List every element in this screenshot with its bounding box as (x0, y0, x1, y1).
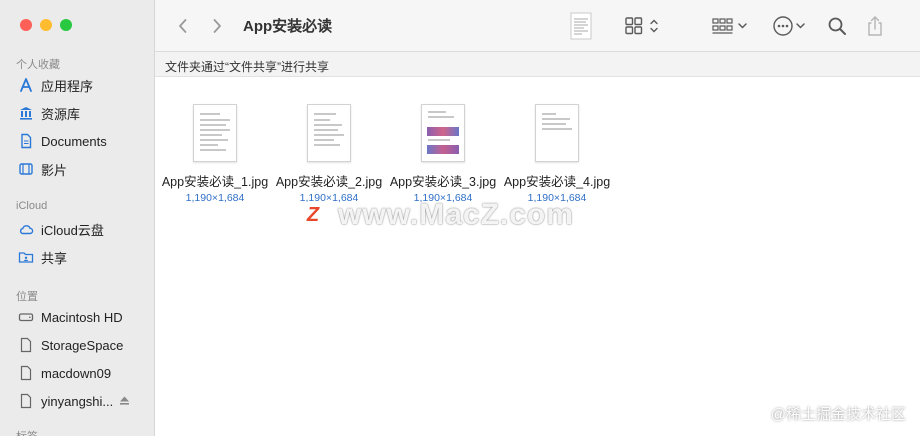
sidebar-item-label: 资源库 (41, 106, 81, 122)
library-icon (18, 105, 34, 121)
movie-icon (18, 161, 34, 177)
share-button[interactable] (866, 13, 884, 39)
chevron-right-icon (213, 19, 221, 33)
folder-proxy-icon[interactable] (570, 12, 592, 40)
sharing-info-bar: 文件夹通过“文件共享”进行共享 (155, 52, 920, 77)
sidebar-item-label: 共享 (41, 250, 68, 266)
section-title-icloud: iCloud (16, 200, 48, 212)
sidebar-item-label: Macintosh HD (41, 309, 123, 325)
sharing-info-text: 文件夹通过“文件共享”进行共享 (165, 60, 329, 74)
file-name: App安装必读_1.jpg (161, 175, 269, 189)
sidebar-item-label: 应用程序 (41, 78, 94, 94)
sidebar-item-documents[interactable]: Documents (18, 130, 148, 152)
search-icon (828, 17, 846, 35)
ellipsis-circle-icon (773, 16, 805, 36)
file-thumbnail (307, 104, 351, 162)
back-button[interactable] (173, 15, 193, 37)
sidebar-item-icloud-drive[interactable]: iCloud云盘 (18, 218, 148, 240)
toolbar: App安装必读 (155, 0, 920, 52)
action-menu-button[interactable] (772, 13, 808, 39)
file-thumbnail (193, 104, 237, 162)
file-icon (18, 365, 34, 381)
sidebar-item-shared[interactable]: 共享 (18, 246, 148, 268)
corner-watermark: @稀土掘金技术社区 (770, 406, 906, 423)
section-title-tags: 标签 (16, 428, 38, 436)
grid-view-icon (625, 17, 658, 35)
file-item[interactable]: App安装必读_1.jpg 1,190×1,684 (155, 104, 275, 204)
view-mode-button[interactable] (625, 13, 661, 39)
watermark: Z www.MacZ.com (300, 198, 574, 232)
section-title-favorites: 个人收藏 (16, 59, 60, 71)
sidebar-item-movies[interactable]: 影片 (18, 158, 148, 180)
sidebar-item-yinyangshi[interactable]: yinyangshi... (18, 390, 148, 412)
sidebar-item-storagespace[interactable]: StorageSpace (18, 334, 148, 356)
window-title: App安装必读 (243, 18, 333, 35)
disk-icon (18, 309, 34, 325)
sidebar-item-label: StorageSpace (41, 337, 124, 353)
macz-logo-icon: Z (300, 202, 326, 228)
sidebar-item-label: 影片 (41, 162, 68, 178)
shared-folder-icon (18, 249, 34, 265)
sidebar-item-macintosh-hd[interactable]: Macintosh HD (18, 306, 148, 328)
file-name: App安装必读_3.jpg (389, 175, 497, 189)
applications-icon (18, 77, 34, 93)
sidebar-item-label: macdown09 (41, 365, 112, 381)
section-title-locations: 位置 (16, 291, 38, 303)
file-name: App安装必读_2.jpg (275, 175, 383, 189)
file-item[interactable]: App安装必读_4.jpg 1,190×1,684 (497, 104, 617, 204)
group-by-button[interactable] (712, 13, 750, 39)
cloud-icon (18, 221, 34, 237)
sidebar-item-macdown09[interactable]: macdown09 (18, 362, 148, 384)
file-dimensions: 1,190×1,684 (185, 192, 245, 204)
sidebar-item-applications[interactable]: 应用程序 (18, 74, 148, 96)
file-thumbnail (535, 104, 579, 162)
group-icon (712, 18, 747, 34)
sidebar-item-label: iCloud云盘 (41, 222, 104, 238)
close-button[interactable] (20, 19, 32, 31)
window-controls (20, 19, 72, 31)
chevron-left-icon (179, 19, 187, 33)
zoom-button[interactable] (60, 19, 72, 31)
file-item[interactable]: App安装必读_3.jpg 1,190×1,684 (383, 104, 503, 204)
search-button[interactable] (827, 13, 847, 39)
file-icon (18, 393, 34, 409)
file-name: App安装必读_4.jpg (503, 175, 611, 189)
sidebar-item-label: yinyangshi... (41, 393, 114, 409)
eject-icon[interactable] (119, 394, 130, 409)
share-icon (868, 16, 882, 36)
file-item[interactable]: App安装必读_2.jpg 1,190×1,684 (269, 104, 389, 204)
sidebar: 个人收藏 应用程序 资源库 Documents 影片 iCloud iCloud… (0, 0, 155, 436)
minimize-button[interactable] (40, 19, 52, 31)
forward-button[interactable] (207, 15, 227, 37)
watermark-text: www.MacZ.com (338, 198, 574, 231)
document-icon (18, 133, 34, 149)
sidebar-item-library[interactable]: 资源库 (18, 102, 148, 124)
file-thumbnail (421, 104, 465, 162)
sidebar-item-label: Documents (41, 133, 107, 149)
file-icon (18, 337, 34, 353)
